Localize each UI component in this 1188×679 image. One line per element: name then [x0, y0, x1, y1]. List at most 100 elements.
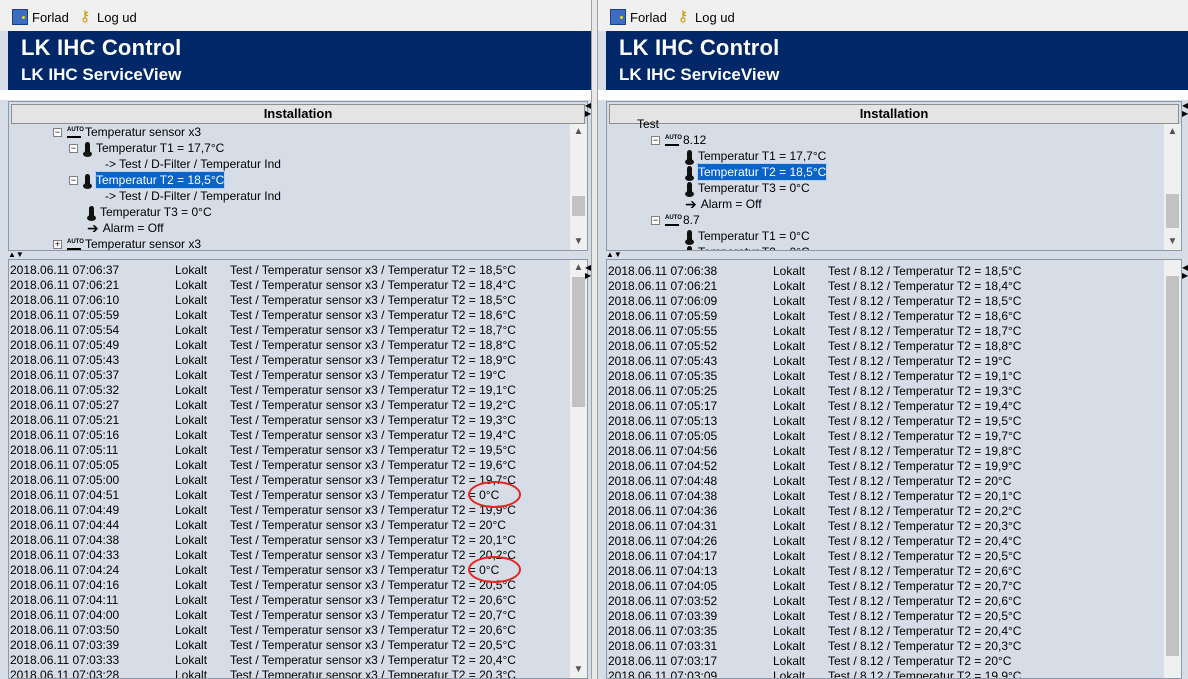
- tree-node[interactable]: Test: [637, 116, 659, 132]
- tree-node-label: Temperatur sensor x3: [85, 125, 202, 139]
- tree-node[interactable]: − Temperatur T2 = 18,5°C: [69, 171, 226, 189]
- tree-node[interactable]: − AUTO 8.12: [651, 132, 706, 148]
- tree-node[interactable]: Temperatur T1 = 17,7°C: [685, 148, 826, 165]
- log-message: Test / 8.12 / Temperatur T2 = 19,7°C: [828, 429, 1022, 443]
- log-date: 2018.06.11 07:06:10: [10, 293, 120, 307]
- log-source: Lokalt: [773, 534, 806, 548]
- log-date: 2018.06.11 07:05:27: [10, 398, 120, 412]
- log-source: Lokalt: [175, 608, 208, 622]
- tree-header: Installation: [11, 104, 585, 124]
- log-message: Test / 8.12 / Temperatur T2 = 20,4°C: [828, 624, 1022, 638]
- tree-node[interactable]: -> Test / D-Filter / Temperatur Ind: [105, 188, 281, 204]
- log-source: Lokalt: [175, 473, 208, 487]
- log-source: Lokalt: [175, 593, 208, 607]
- tree-node[interactable]: Temperatur T3 = 0°C: [685, 180, 810, 197]
- tree-node[interactable]: Temperatur T2 = 18,5°C: [685, 163, 828, 181]
- log-message: Test / 8.12 / Temperatur T2 = 20,7°C: [828, 579, 1022, 593]
- log-source: Lokalt: [175, 263, 208, 277]
- log-source: Lokalt: [773, 384, 806, 398]
- leave-button[interactable]: Forlad: [610, 8, 667, 26]
- scroll-thumb[interactable]: [572, 277, 585, 407]
- tree-node[interactable]: Temperatur T2 = 0°C: [685, 244, 810, 250]
- tree-node[interactable]: -> Test / D-Filter / Temperatur Ind: [105, 156, 281, 172]
- tree-node[interactable]: ➔ Alarm = Off: [685, 196, 762, 212]
- log-message: Test / Temperatur sensor x3 / Temperatur…: [230, 653, 516, 667]
- tree-node[interactable]: − AUTO 8.7: [651, 212, 700, 228]
- logout-button[interactable]: ⚷ Log ud: [77, 8, 137, 26]
- arrow-right-icon: ➔: [685, 196, 697, 212]
- scroll-down-icon[interactable]: ▼: [1164, 234, 1181, 250]
- scroll-down-icon[interactable]: ▼: [570, 234, 587, 250]
- tree-node[interactable]: Temperatur T1 = 0°C: [685, 228, 810, 245]
- log-message: Test / Temperatur sensor x3 / Temperatur…: [230, 308, 516, 322]
- log-message: Test / Temperatur sensor x3 / Temperatur…: [230, 623, 516, 637]
- collapse-icon[interactable]: −: [69, 175, 78, 185]
- scroll-up-icon[interactable]: ▲: [1164, 124, 1181, 140]
- log-message: Test / Temperatur sensor x3 / Temperatur…: [230, 533, 516, 547]
- log-scrollbar[interactable]: ▲ ▼: [570, 260, 587, 678]
- collapse-icon[interactable]: −: [69, 143, 78, 153]
- log-message: Test / 8.12 / Temperatur T2 = 19,3°C: [828, 384, 1022, 398]
- log-message: Test / 8.12 / Temperatur T2 = 20,2°C: [828, 504, 1022, 518]
- thermometer-icon: [685, 149, 694, 165]
- log-source: Lokalt: [175, 578, 208, 592]
- log-source: Lokalt: [175, 653, 208, 667]
- log-message: Test / 8.12 / Temperatur T2 = 19,9°C: [828, 669, 1022, 679]
- log-source: Lokalt: [773, 324, 806, 338]
- tree-node[interactable]: − Temperatur T1 = 17,7°C: [69, 140, 224, 157]
- log-date: 2018.06.11 07:04:31: [608, 519, 718, 533]
- leave-button[interactable]: Forlad: [12, 8, 69, 26]
- log-date: 2018.06.11 07:05:59: [608, 309, 718, 323]
- app-banner: LK IHC Control LK IHC ServiceView: [8, 31, 591, 90]
- collapse-icon[interactable]: −: [651, 215, 660, 225]
- log-source: Lokalt: [175, 323, 208, 337]
- tree-node-label: 8.7: [683, 213, 700, 227]
- log-date: 2018.06.11 07:04:11: [10, 593, 119, 607]
- log-message: Test / 8.12 / Temperatur T2 = 18,6°C: [828, 309, 1022, 323]
- log-source: Lokalt: [773, 399, 806, 413]
- tree-node-label: Test: [637, 117, 660, 131]
- log-message: Test / Temperatur sensor x3 / Temperatur…: [230, 383, 516, 397]
- scroll-thumb[interactable]: [572, 196, 585, 216]
- log-message: Test / 8.12 / Temperatur T2 = 19,8°C: [828, 444, 1022, 458]
- log-source: Lokalt: [175, 638, 208, 652]
- splitter-arrows-icon[interactable]: ▲▼: [8, 251, 38, 259]
- log-date: 2018.06.11 07:05:54: [10, 323, 120, 337]
- tree-scrollbar[interactable]: ▲ ▼: [1164, 124, 1181, 250]
- scroll-thumb[interactable]: [1166, 276, 1179, 656]
- tree-node[interactable]: + AUTO Temperatur sensor x3: [53, 236, 201, 250]
- scroll-up-icon[interactable]: ▲: [570, 124, 587, 140]
- log-message: Test / 8.12 / Temperatur T2 = 18,7°C: [828, 324, 1022, 338]
- splitter-arrows-icon[interactable]: ▲▼: [606, 251, 636, 259]
- tree-node-label: Temperatur T3 = 0°C: [100, 205, 212, 219]
- log-message: Test / 8.12 / Temperatur T2 = 18,5°C: [828, 294, 1022, 308]
- log-date: 2018.06.11 07:03:39: [10, 638, 120, 652]
- log-message: Test / Temperatur sensor x3 / Temperatur…: [230, 443, 516, 457]
- logout-label: Log ud: [97, 9, 137, 25]
- thermometer-icon: [83, 173, 92, 189]
- log-date: 2018.06.11 07:05:11: [10, 443, 119, 457]
- log-date: 2018.06.11 07:05:13: [608, 414, 718, 428]
- collapse-icon[interactable]: −: [53, 127, 62, 137]
- log-source: Lokalt: [175, 548, 208, 562]
- tree-node[interactable]: − AUTO Temperatur sensor x3: [53, 124, 201, 140]
- log-date: 2018.06.11 07:03:31: [608, 639, 718, 653]
- log-scrollbar[interactable]: [1164, 260, 1181, 678]
- collapse-icon[interactable]: −: [651, 135, 660, 145]
- right-window: Forlad ⚷ Log ud LK IHC Control LK IHC Se…: [598, 0, 1188, 679]
- expand-icon[interactable]: +: [53, 239, 62, 249]
- log-date: 2018.06.11 07:06:09: [608, 294, 718, 308]
- installation-tree: Installation − AUTO Temperatur sensor x3− T…: [8, 101, 588, 251]
- spacer: [598, 90, 1188, 100]
- log-message: Test / Temperatur sensor x3 / Temperatur…: [230, 263, 516, 277]
- scroll-thumb[interactable]: [1166, 194, 1179, 228]
- tree-scrollbar[interactable]: ▲ ▼: [570, 124, 587, 250]
- log-date: 2018.06.11 07:04:17: [608, 549, 718, 563]
- tree-node[interactable]: ➔ Alarm = Off: [87, 220, 164, 236]
- logout-button[interactable]: ⚷ Log ud: [675, 8, 735, 26]
- tree-node[interactable]: Temperatur T3 = 0°C: [87, 204, 212, 221]
- log-source: Lokalt: [175, 308, 208, 322]
- scroll-down-icon[interactable]: ▼: [570, 662, 587, 678]
- log-source: Lokalt: [175, 668, 208, 679]
- event-log: 2018.06.11 07:06:38 Lokalt Test / 8.12 / T…: [606, 259, 1182, 679]
